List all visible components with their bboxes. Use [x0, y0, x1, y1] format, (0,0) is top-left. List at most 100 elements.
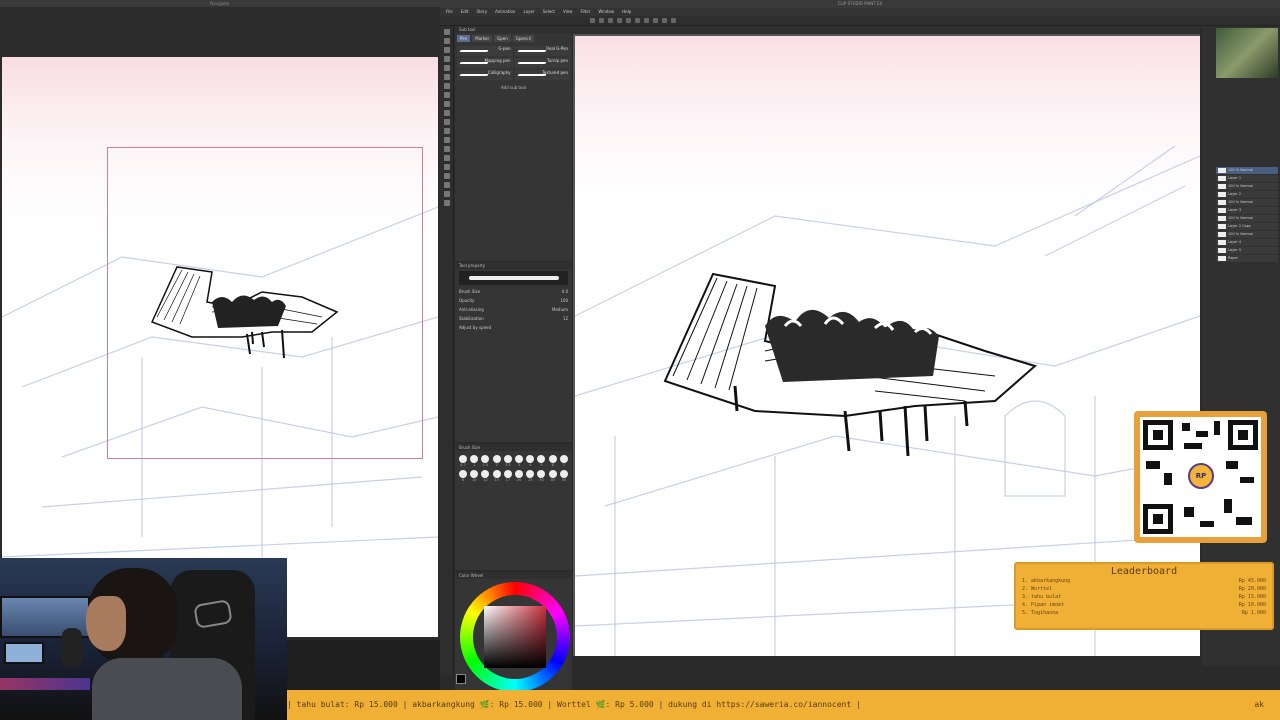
- move-tool-icon[interactable]: [443, 38, 450, 44]
- correct-line-tool-icon[interactable]: [443, 200, 450, 206]
- balloon-tool-icon[interactable]: [443, 191, 450, 197]
- navigator-canvas[interactable]: [2, 57, 438, 637]
- brush-item[interactable]: Mapping pen: [457, 58, 513, 68]
- prop-value[interactable]: 12: [563, 316, 568, 321]
- leaderboard-donor: Pipan imoet: [1031, 602, 1065, 608]
- gradient-tool-icon[interactable]: [443, 146, 450, 152]
- brush-item[interactable]: G-pen: [457, 46, 513, 56]
- brush-size-option[interactable]: 7: [559, 455, 568, 467]
- layer-row[interactable]: Layer 4: [1216, 239, 1278, 246]
- menu-window[interactable]: Window: [598, 8, 614, 16]
- transform-icon[interactable]: [644, 18, 649, 23]
- text-tool-icon[interactable]: [443, 182, 450, 188]
- saturation-value-square[interactable]: [484, 606, 546, 668]
- layer-row[interactable]: Layer 2: [1216, 191, 1278, 198]
- brush-size-option[interactable]: 40: [548, 470, 557, 482]
- open-icon[interactable]: [599, 18, 604, 23]
- prop-adjust-speed[interactable]: Adjust by speed: [455, 323, 572, 332]
- eyedropper-tool-icon[interactable]: [443, 65, 450, 71]
- frame-tool-icon[interactable]: [443, 164, 450, 170]
- foreground-color-swatch[interactable]: [456, 674, 466, 684]
- undo-icon[interactable]: [617, 18, 622, 23]
- add-subtool-button[interactable]: Add sub tool: [455, 85, 572, 90]
- clear-icon[interactable]: [635, 18, 640, 23]
- menu-story[interactable]: Story: [476, 8, 487, 16]
- layer-row[interactable]: Paper: [1216, 255, 1278, 262]
- brush-size-option[interactable]: 2: [492, 455, 501, 467]
- layer-row[interactable]: Layer 1: [1216, 175, 1278, 182]
- eraser-tool-icon[interactable]: [443, 119, 450, 125]
- menu-help[interactable]: Help: [622, 8, 631, 16]
- brush-size-option[interactable]: 0.7: [459, 455, 468, 467]
- tab-gpencil[interactable]: Gpencil: [512, 35, 534, 42]
- layer-row[interactable]: Layer 5: [1216, 247, 1278, 254]
- brush-size-option[interactable]: 50: [559, 470, 568, 482]
- brush-size-option[interactable]: 4: [526, 455, 535, 467]
- brush-size-option[interactable]: 3: [515, 455, 524, 467]
- brush-size-option[interactable]: 20: [515, 470, 524, 482]
- brush-item[interactable]: Real G-Pen: [514, 46, 570, 56]
- snap-icon[interactable]: [653, 18, 658, 23]
- brush-size-option[interactable]: 6: [548, 455, 557, 467]
- brush-size-option[interactable]: 8: [459, 470, 468, 482]
- tab-pen[interactable]: Pen: [457, 35, 471, 42]
- pen-tool-icon[interactable]: [443, 74, 450, 80]
- blend-tool-icon[interactable]: [443, 128, 450, 134]
- layer-row[interactable]: 100 % Normal: [1216, 231, 1278, 238]
- menu-edit[interactable]: Edit: [461, 8, 469, 16]
- brush-size-option[interactable]: 17: [503, 470, 512, 482]
- brush-size-option[interactable]: 12: [481, 470, 490, 482]
- pencil-tool-icon[interactable]: [443, 83, 450, 89]
- brush-size-option[interactable]: 1: [470, 455, 479, 467]
- brush-size-option[interactable]: 2.5: [503, 455, 512, 467]
- brush-size-option[interactable]: 5: [537, 455, 546, 467]
- brush-size-option[interactable]: 15: [492, 470, 501, 482]
- redo-icon[interactable]: [626, 18, 631, 23]
- menu-filter[interactable]: Filter: [580, 8, 590, 16]
- brush-tool-icon[interactable]: [443, 92, 450, 98]
- prop-opacity[interactable]: Opacity 100: [455, 296, 572, 305]
- brush-item[interactable]: Textured pen: [514, 70, 570, 80]
- prop-brush-size[interactable]: Brush Size 4.0: [455, 287, 572, 296]
- brush-size-dot-icon: [503, 470, 512, 478]
- new-icon[interactable]: [590, 18, 595, 23]
- brush-size-option[interactable]: 10: [470, 470, 479, 482]
- menu-animation[interactable]: Animation: [495, 8, 515, 16]
- menu-file[interactable]: File: [446, 8, 453, 16]
- layer-row[interactable]: 100 % Normal: [1216, 167, 1278, 174]
- layer-row[interactable]: 100 % Normal: [1216, 183, 1278, 190]
- ruler-icon[interactable]: [662, 18, 667, 23]
- hue-ring[interactable]: [460, 582, 570, 692]
- menu-select[interactable]: Select: [543, 8, 555, 16]
- menu-view[interactable]: View: [563, 8, 573, 16]
- save-icon[interactable]: [608, 18, 613, 23]
- airbrush-tool-icon[interactable]: [443, 101, 450, 107]
- grid-icon[interactable]: [671, 18, 676, 23]
- tab-gpen[interactable]: Gpen: [494, 35, 511, 42]
- select-tool-icon[interactable]: [443, 47, 450, 53]
- tab-marker[interactable]: Marker: [472, 35, 493, 42]
- prop-stabilization[interactable]: Stabilization 12: [455, 314, 572, 323]
- zoom-tool-icon[interactable]: [443, 29, 450, 35]
- brush-size-option[interactable]: 1.5: [481, 455, 490, 467]
- menu-layer[interactable]: Layer: [523, 8, 534, 16]
- brush-size-option[interactable]: 25: [526, 470, 535, 482]
- prop-anti-aliasing[interactable]: Anti-aliasing Medium: [455, 305, 572, 314]
- fill-tool-icon[interactable]: [443, 137, 450, 143]
- decoration-tool-icon[interactable]: [443, 110, 450, 116]
- layer-row[interactable]: 100 % Normal: [1216, 215, 1278, 222]
- navigator-thumbnail[interactable]: [1216, 28, 1278, 78]
- navigator-view-frame[interactable]: [107, 147, 423, 459]
- brush-size-option[interactable]: 30: [537, 470, 546, 482]
- prop-value[interactable]: Medium: [552, 307, 568, 312]
- brush-item[interactable]: Calligraphy: [457, 70, 513, 80]
- layer-row[interactable]: Layer 3: [1216, 207, 1278, 214]
- layer-row[interactable]: 100 % Normal: [1216, 199, 1278, 206]
- wand-tool-icon[interactable]: [443, 56, 450, 62]
- prop-value[interactable]: 4.0: [562, 289, 568, 294]
- brush-item[interactable]: Turnip pen: [514, 58, 570, 68]
- figure-tool-icon[interactable]: [443, 155, 450, 161]
- ruler-tool-icon[interactable]: [443, 173, 450, 179]
- prop-value[interactable]: 100: [560, 298, 568, 303]
- layer-row[interactable]: Layer 2 Copy: [1216, 223, 1278, 230]
